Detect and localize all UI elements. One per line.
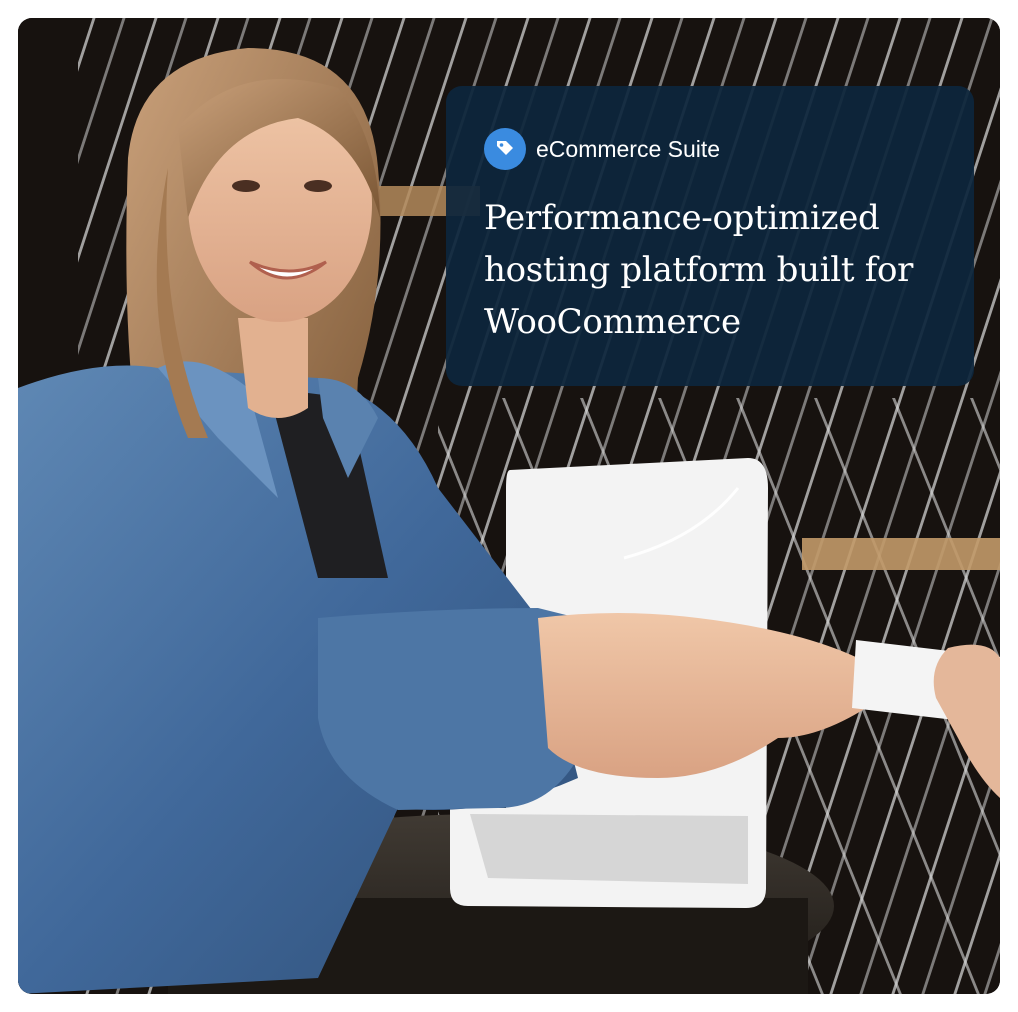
headline: Performance-optimized hosting platform b… xyxy=(484,198,914,342)
tag-icon xyxy=(484,128,526,170)
promo-card: eCommerce Suite Performance-optimized ho… xyxy=(18,18,1000,994)
brand-row: eCommerce Suite xyxy=(484,128,938,170)
brand-label: eCommerce Suite xyxy=(536,135,721,162)
promo-overlay: eCommerce Suite Performance-optimized ho… xyxy=(446,86,974,386)
